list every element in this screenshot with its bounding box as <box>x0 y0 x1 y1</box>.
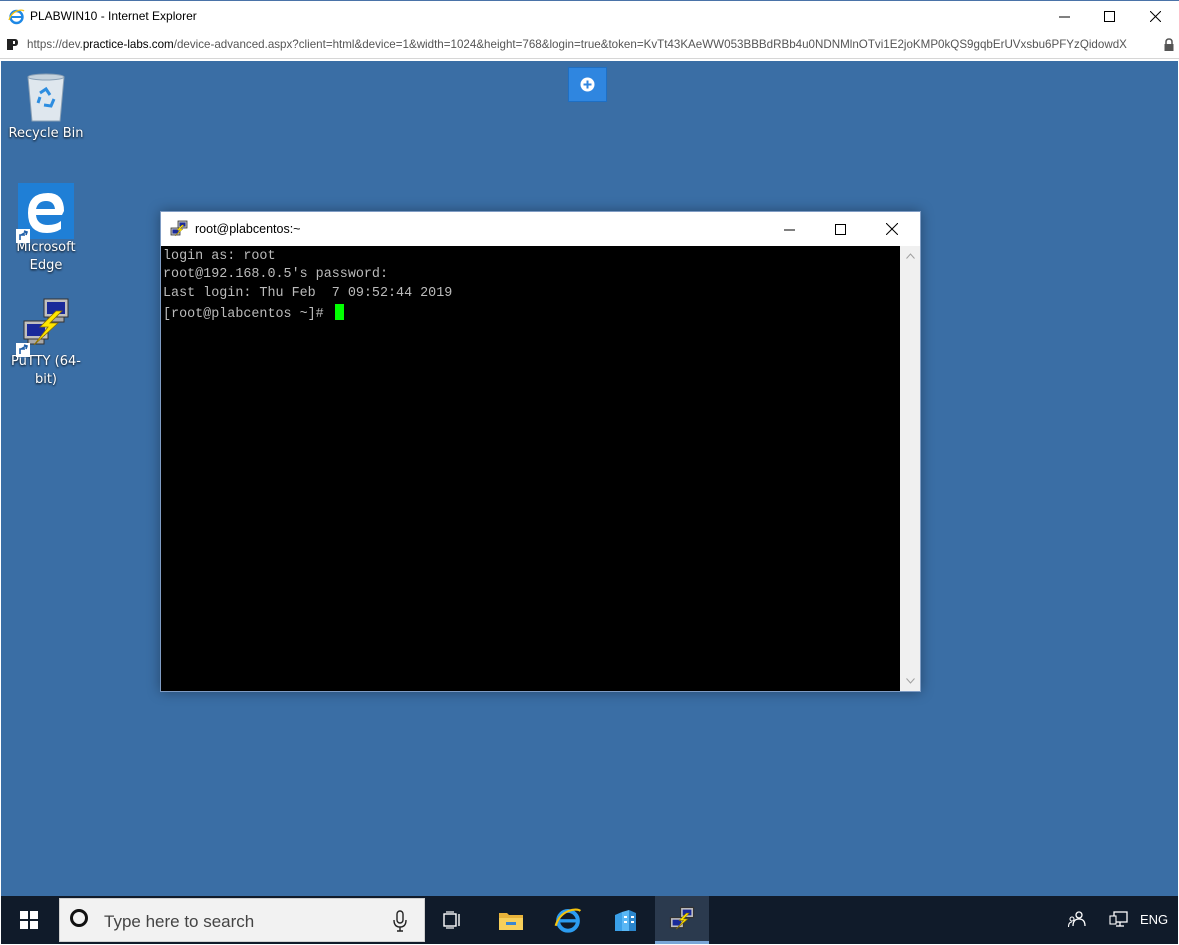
scroll-up-button[interactable] <box>900 246 920 266</box>
people-button[interactable] <box>1067 910 1086 930</box>
url-text[interactable]: https://dev.practice-labs.com/device-adv… <box>27 38 1162 51</box>
remote-desktop[interactable]: Recycle Bin Microsoft Edge PuTTY (64-bit… <box>1 61 1178 896</box>
address-bar[interactable]: https://dev.practice-labs.com/device-adv… <box>0 31 1179 59</box>
task-view-button[interactable] <box>426 896 480 944</box>
url-path: /device-advanced.aspx?client=html&device… <box>173 38 1127 51</box>
desktop-icon-recycle-bin[interactable]: Recycle Bin <box>6 69 86 143</box>
terminal-prompt-line: [root@plabcentos ~]# <box>163 304 344 322</box>
terminal-prompt: [root@plabcentos ~]# <box>163 307 332 322</box>
putty-titlebar[interactable]: root@plabcentos:~ <box>161 212 920 246</box>
practice-labs-site-icon <box>5 36 21 52</box>
people-icon <box>1067 911 1086 928</box>
ie-titlebar: PLABWIN10 - Internet Explorer <box>0 0 1179 31</box>
maximize-icon <box>1103 10 1115 22</box>
close-icon <box>1149 10 1161 22</box>
cortana-icon <box>70 909 88 927</box>
taskbar-server-manager[interactable] <box>598 896 652 944</box>
url-prefix: https://dev. <box>27 38 83 51</box>
network-icon <box>1109 911 1128 927</box>
terminal-line: login as: root <box>163 249 276 264</box>
terminal-cursor <box>334 304 344 320</box>
taskbar-internet-explorer[interactable] <box>541 896 595 944</box>
server-manager-icon <box>615 910 636 931</box>
minimize-icon <box>1058 16 1070 17</box>
minimize-icon <box>783 229 795 230</box>
terminal-scrollbar[interactable] <box>900 246 920 691</box>
chevron-up-icon <box>905 253 915 259</box>
desktop-icon-putty[interactable]: PuTTY (64-bit) <box>6 297 86 389</box>
shortcut-arrow-icon <box>16 229 30 243</box>
terminal-line: root@192.168.0.5's password: <box>163 267 388 282</box>
shortcut-arrow-icon <box>16 343 30 357</box>
close-button[interactable] <box>1132 1 1178 31</box>
scroll-down-button[interactable] <box>900 671 920 691</box>
internet-explorer-icon <box>554 908 582 933</box>
start-button[interactable] <box>1 896 57 944</box>
taskbar: Type here to search ENG <box>1 896 1178 944</box>
terminal-line: Last login: Thu Feb 7 09:52:44 2019 <box>163 286 453 301</box>
taskbar-putty[interactable] <box>655 896 709 944</box>
lock-icon[interactable] <box>1163 38 1175 51</box>
recycle-bin-icon <box>27 73 65 122</box>
plus-circle-icon <box>580 77 595 92</box>
url-host: practice-labs.com <box>82 38 174 51</box>
desktop-icon-label: Microsoft Edge <box>16 240 76 273</box>
terminal-screen[interactable]: login as: root root@192.168.0.5's passwo… <box>161 246 900 691</box>
minimize-button[interactable] <box>1041 1 1087 31</box>
close-icon <box>886 223 898 235</box>
windows-logo-icon <box>20 911 38 929</box>
putty-maximize-button[interactable] <box>815 214 865 244</box>
internet-explorer-icon <box>8 9 25 25</box>
desktop-icon-microsoft-edge[interactable]: Microsoft Edge <box>6 183 86 275</box>
language-indicator[interactable]: ENG <box>1140 912 1168 932</box>
network-status-button[interactable] <box>1109 910 1129 930</box>
window-title: PLABWIN10 - Internet Explorer <box>30 9 197 23</box>
putty-icon <box>669 906 695 929</box>
taskbar-search-box[interactable]: Type here to search <box>59 898 425 942</box>
putty-window[interactable]: root@plabcentos:~ login as: root root@19… <box>160 211 921 692</box>
putty-close-button[interactable] <box>867 214 917 244</box>
remote-toolbar-toggle-button[interactable] <box>568 67 607 102</box>
microphone-icon[interactable] <box>393 910 407 932</box>
maximize-icon <box>834 223 846 235</box>
chevron-down-icon <box>905 678 915 684</box>
task-view-icon <box>443 911 460 929</box>
putty-minimize-button[interactable] <box>764 214 814 244</box>
taskbar-file-explorer[interactable] <box>484 896 538 944</box>
maximize-button[interactable] <box>1086 1 1132 31</box>
desktop-icon-label: PuTTY (64-bit) <box>11 354 81 387</box>
folder-icon <box>499 913 523 930</box>
putty-window-icon <box>170 220 188 237</box>
search-placeholder: Type here to search <box>104 912 255 931</box>
desktop-icon-label: Recycle Bin <box>8 126 84 141</box>
putty-title: root@plabcentos:~ <box>195 222 301 236</box>
